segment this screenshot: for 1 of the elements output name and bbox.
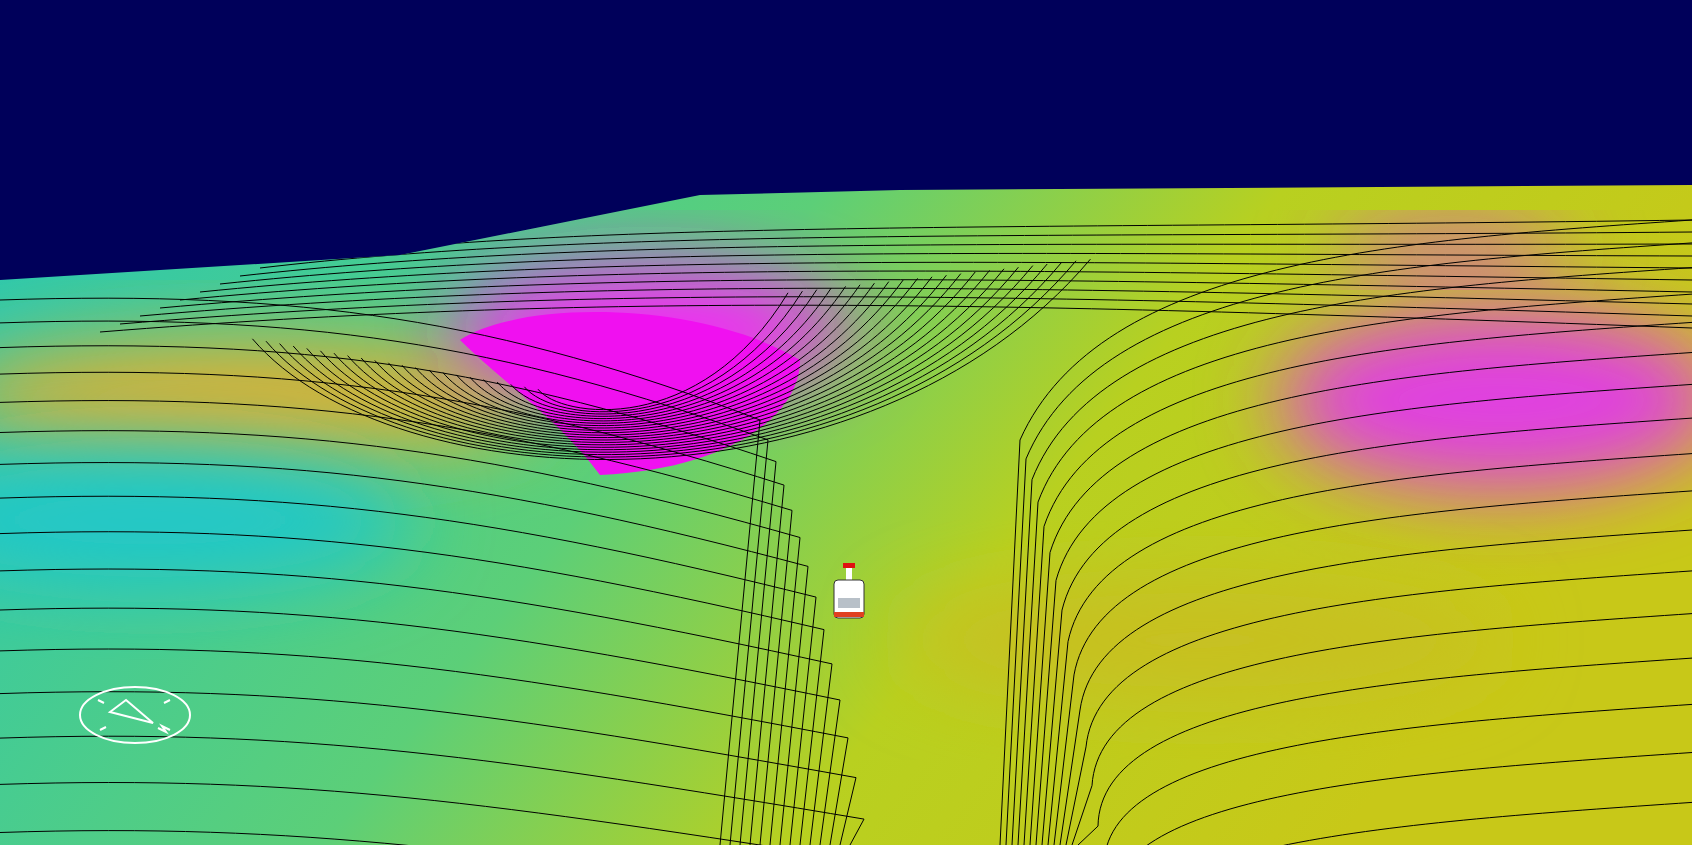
terrain-viewport[interactable] [0,0,1692,845]
